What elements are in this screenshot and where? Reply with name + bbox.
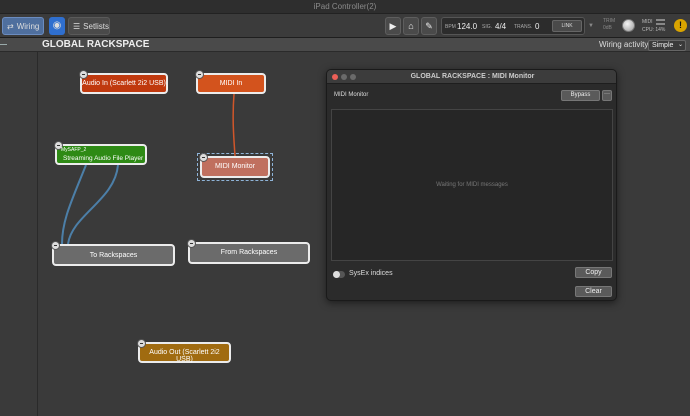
audio-in-block[interactable]: Audio In (Scarlett 2i2 USB): [79, 70, 168, 94]
edit-pin-icon[interactable]: [195, 70, 204, 79]
wiring-label: Wiring: [16, 22, 40, 31]
trim-knob[interactable]: [622, 19, 635, 32]
sidebar-indicator: [0, 44, 7, 45]
window-title: iPad Controller(2): [0, 0, 690, 14]
from-rackspaces-block[interactable]: From Rackspaces: [187, 239, 310, 264]
chevron-down-icon[interactable]: ▼: [586, 18, 596, 34]
midi-monitor-block[interactable]: MIDI Monitor: [199, 153, 270, 178]
wiring-mode-value: Simple: [652, 42, 674, 49]
midi-monitor-window: GLOBAL RACKSPACE : MIDI Monitor MIDI Mon…: [326, 69, 617, 301]
sidebar-header: [0, 38, 38, 52]
minimize-icon[interactable]: [341, 74, 347, 80]
midi-in-label: MIDI In: [219, 80, 243, 87]
rackspace-header: GLOBAL RACKSPACE Wiring activity Simple …: [38, 38, 690, 52]
play-icon[interactable]: ▶: [385, 17, 401, 35]
monitor-window-title: GLOBAL RACKSPACE : MIDI Monitor: [327, 70, 616, 84]
to-rackspaces-block[interactable]: To Rackspaces: [51, 241, 175, 266]
edit-pin-icon[interactable]: [199, 153, 208, 162]
waiting-message: Waiting for MIDI messages: [436, 182, 508, 188]
monitor-title-text: GLOBAL RACKSPACE : MIDI Monitor: [410, 73, 535, 80]
audio-file-player-block[interactable]: MySAFP_2 Streaming Audio File Player: [54, 141, 147, 165]
transport-panel: BPM 124.0 SIG. 4/4 TRANS. 0 LINK: [441, 17, 585, 35]
sidebar: [0, 38, 38, 416]
setlists-button[interactable]: ☰ Setlists: [68, 17, 110, 35]
clear-button[interactable]: Clear: [575, 286, 612, 297]
trim-label: TRIM 0dB: [603, 18, 616, 31]
edit-pin-icon[interactable]: [79, 70, 88, 79]
player-instance-name: MySAFP_2: [61, 147, 87, 153]
sysex-label: SysEx indices: [349, 270, 393, 277]
plugin-name: MIDI Monitor: [334, 92, 369, 98]
cpu-meter: CPU: 14%: [642, 27, 666, 33]
chevron-down-icon: ⌄: [677, 42, 683, 48]
wiring-mode-select[interactable]: Simple ⌄: [648, 40, 686, 51]
from-rackspaces-label: From Rackspaces: [220, 249, 278, 256]
midi-in-block[interactable]: MIDI In: [195, 70, 266, 94]
bypass-button[interactable]: Bypass: [561, 90, 600, 101]
maximize-icon[interactable]: [350, 74, 356, 80]
setlists-label: Setlists: [83, 22, 109, 31]
edit-pin-icon[interactable]: [137, 339, 146, 348]
list-icon: ☰: [73, 22, 81, 31]
more-options-button[interactable]: ···: [602, 90, 612, 101]
bpm-label: BPM: [445, 24, 456, 30]
page-title: GLOBAL RACKSPACE: [42, 39, 150, 50]
wiring-icon: ⇄: [7, 22, 14, 31]
wiring-button[interactable]: ⇄ Wiring: [2, 17, 44, 35]
trans-value[interactable]: 0: [535, 18, 539, 36]
audio-out-label: Audio Out (Scarlett 2i2 USB): [149, 349, 220, 363]
link-button[interactable]: LINK: [552, 20, 582, 32]
trans-label: TRANS.: [514, 24, 533, 30]
toolbar: ⇄ Wiring ◉ ☰ Setlists ▶ ⌂ ✎ BPM 124.0 SIG.…: [0, 14, 690, 38]
tuner-icon[interactable]: ✎: [421, 17, 437, 35]
bpm-value[interactable]: 124.0: [457, 18, 477, 36]
sig-label: SIG.: [482, 24, 493, 30]
midi-message-log[interactable]: Waiting for MIDI messages: [331, 109, 613, 261]
close-icon[interactable]: [332, 74, 338, 80]
sig-value[interactable]: 4/4: [495, 18, 506, 36]
audio-out-block[interactable]: Audio Out (Scarlett 2i2 USB): [137, 339, 231, 363]
sysex-toggle[interactable]: [333, 271, 345, 278]
player-type-label: Streaming Audio File Player: [63, 155, 144, 162]
globe-icon[interactable]: ◉: [49, 17, 65, 35]
midi-activity-icon: [656, 19, 665, 25]
app-window: iPad Controller(2) ⇄ Wiring ◉ ☰ Setlists ▶…: [0, 0, 690, 416]
audio-in-label: Audio In (Scarlett 2i2 USB): [82, 80, 166, 87]
copy-button[interactable]: Copy: [575, 267, 612, 278]
edit-pin-icon[interactable]: [51, 241, 60, 250]
wiring-activity-label: Wiring activity: [599, 40, 649, 49]
metronome-icon[interactable]: ⌂: [403, 17, 419, 35]
alert-icon[interactable]: !: [674, 19, 687, 32]
midi-monitor-label: MIDI Monitor: [214, 163, 256, 170]
midi-label: MIDI: [642, 19, 653, 25]
edit-pin-icon[interactable]: [187, 239, 196, 248]
to-rackspaces-label: To Rackspaces: [89, 252, 138, 259]
